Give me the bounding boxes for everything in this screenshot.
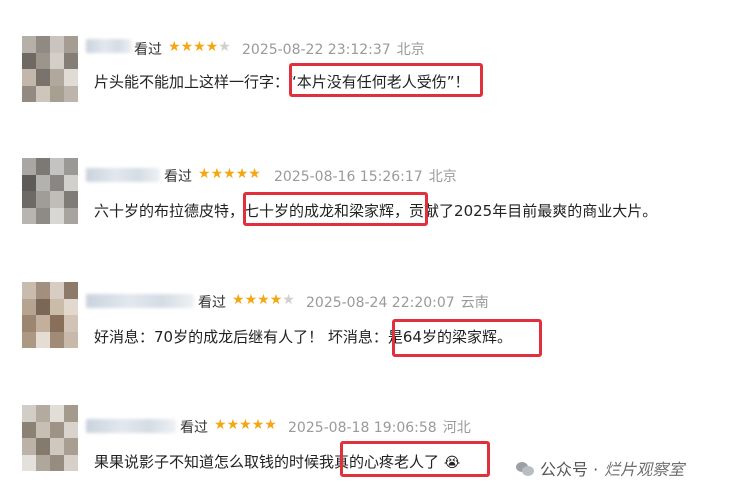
star-filled-icon: ★ [226, 417, 240, 433]
star-filled-icon: ★ [214, 417, 227, 433]
highlight-box [392, 319, 542, 357]
star-filled-icon: ★ [269, 292, 283, 308]
comment-meta: 2025-08-16 15:26:17 北京 [274, 166, 457, 186]
comment-text-plain: 贡献了2025年目前最爽的商业大片。 [409, 202, 658, 220]
comment-meta: 2025-08-18 19:06:58 河北 [288, 417, 471, 437]
timestamp: 2025-08-18 19:06:58 [288, 420, 437, 436]
star-filled-icon: ★ [223, 166, 236, 182]
wechat-icon [516, 461, 534, 476]
status-label: 看过 [198, 295, 226, 311]
star-filled-icon: ★ [248, 166, 261, 182]
wechat-watermark: 公众号 · 烂片观察室 [516, 456, 684, 480]
timestamp: 2025-08-16 15:26:17 [274, 169, 423, 185]
star-filled-icon: ★ [244, 292, 258, 308]
comment-meta: 2025-08-24 22:20:07 云南 [306, 292, 489, 312]
status-label: 看过 [180, 420, 208, 436]
timestamp: 2025-08-24 22:20:07 [306, 295, 455, 311]
location: 北京 [428, 169, 457, 185]
star-filled-icon: ★ [251, 417, 265, 433]
watermark-account-name: 烂片观察室 [604, 460, 685, 479]
comment-text-plain: 六十岁的布拉德皮特， [94, 202, 245, 220]
username-blurred[interactable] [86, 168, 160, 182]
star-filled-icon: ★ [257, 292, 270, 308]
star-filled-icon: ★ [198, 166, 211, 182]
star-filled-icon: ★ [264, 417, 277, 433]
highlight-box [243, 192, 428, 226]
watermark-prefix: 公众号 · [540, 460, 599, 479]
location: 云南 [460, 295, 489, 311]
highlight-box [340, 441, 490, 477]
star-filled-icon: ★ [239, 417, 252, 433]
rating-stars: ★★★★★ [214, 417, 277, 433]
location: 河北 [442, 420, 471, 436]
username-blurred[interactable] [86, 419, 176, 433]
avatar[interactable] [22, 282, 78, 348]
comment-text-plain: 果果说影子不知道怎么取钱的时候我 [94, 453, 335, 471]
star-filled-icon: ★ [210, 166, 224, 182]
star-filled-icon: ★ [235, 166, 249, 182]
star-filled-icon: ★ [232, 292, 245, 308]
rating-stars: ★★★★★ [232, 292, 295, 308]
comment-text-plain: 好消息：70岁的成龙后继有人了！ 坏消息： [94, 328, 388, 346]
status-label: 看过 [164, 169, 192, 185]
star-empty-icon: ★ [282, 292, 295, 308]
avatar[interactable] [22, 158, 78, 224]
username-blurred[interactable] [86, 294, 194, 308]
avatar[interactable] [22, 405, 78, 471]
rating-stars: ★★★★★ [198, 166, 261, 182]
comment-4: 看过 ★★★★★ 2025-08-18 19:06:58 河北 果果说影子不知道怎… [0, 0, 738, 477]
